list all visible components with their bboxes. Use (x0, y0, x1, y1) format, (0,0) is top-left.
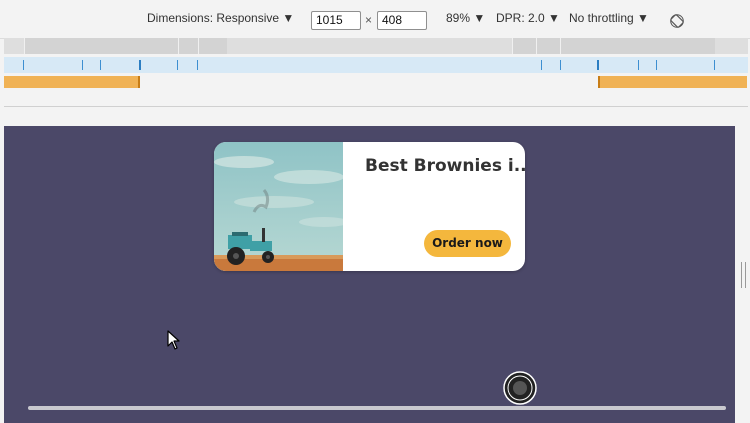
media-query-bar-gray[interactable] (4, 38, 748, 54)
order-now-button[interactable]: Order now (424, 230, 511, 257)
device-toolbar: Dimensions: Responsive ▼ × 89% ▼ DPR: 2.… (0, 0, 750, 39)
rotate-icon[interactable] (670, 14, 684, 28)
horizontal-scrollbar[interactable] (28, 406, 726, 410)
width-input[interactable] (311, 11, 361, 30)
media-query-marker (138, 76, 140, 88)
mouse-cursor-icon (167, 330, 180, 350)
dpr-dropdown[interactable]: DPR: 2.0 ▼ (496, 11, 560, 25)
media-query-marker (598, 76, 600, 88)
media-query-bar-orange-left[interactable] (4, 76, 139, 88)
zoom-dropdown[interactable]: 89% ▼ (446, 11, 485, 25)
tractor-image (214, 142, 343, 271)
media-query-bar-orange-right[interactable] (599, 76, 747, 88)
card-title: Best Brownies i... (365, 156, 525, 176)
media-query-bar-blue[interactable] (4, 57, 748, 73)
touch-cursor-icon (503, 371, 537, 405)
throttling-dropdown[interactable]: No throttling ▼ (569, 11, 649, 25)
times-symbol: × (365, 13, 373, 27)
product-card: Best Brownies i... Order now (214, 142, 525, 271)
dimensions-dropdown[interactable]: Dimensions: Responsive ▼ (147, 11, 294, 25)
height-input[interactable] (377, 11, 427, 30)
resize-handle[interactable] (741, 262, 746, 288)
ruler (4, 106, 748, 107)
